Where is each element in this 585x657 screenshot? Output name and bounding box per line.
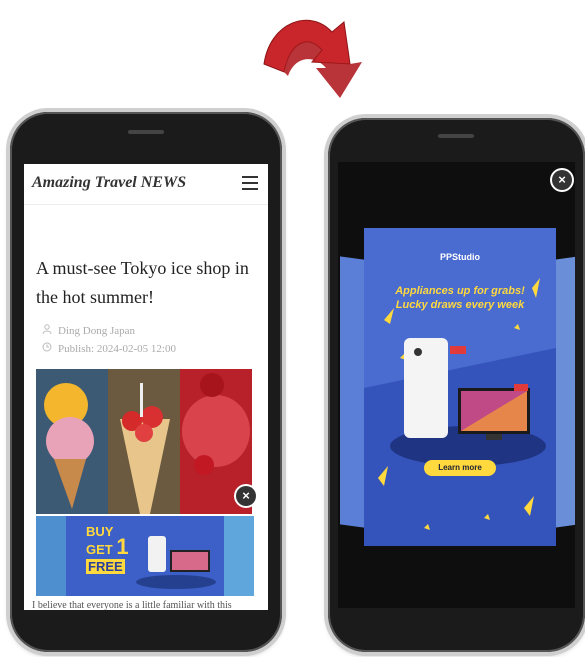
- phone-speaker: [438, 134, 474, 138]
- promo-brand: PPStudio: [440, 252, 480, 262]
- interstitial-promo-card[interactable]: PPStudio Appliances up for grabs! Lucky …: [364, 228, 556, 546]
- ad-close-button[interactable]: ×: [236, 486, 256, 506]
- site-header: Amazing Travel NEWS: [24, 164, 268, 205]
- phone-notch: [408, 128, 504, 148]
- left-phone-frame: Amazing Travel NEWS A must-see Tokyo ice…: [10, 112, 282, 652]
- carousel-side-card-left: [340, 256, 364, 528]
- article-headline: A must-see Tokyo ice shop in the hot sum…: [36, 258, 249, 307]
- author-name: Ding Dong Japan: [58, 325, 135, 337]
- ad-text-get: GET 1: [86, 534, 129, 559]
- transition-arrow-icon: [263, 19, 362, 98]
- banner-ad[interactable]: BUY GET 1 FREE: [36, 516, 254, 596]
- right-phone-frame: × PPStudio Appliances up for grabs! Luck…: [328, 118, 585, 652]
- phone-notch: [96, 124, 196, 146]
- ad-text-free: FREE: [86, 559, 125, 574]
- promo-headline-1: Appliances up for grabs!: [395, 285, 525, 297]
- site-title[interactable]: Amazing Travel NEWS: [32, 174, 186, 192]
- user-icon: [42, 324, 54, 337]
- promo-headline-2: Lucky draws every week: [395, 299, 525, 311]
- interstitial-close-button[interactable]: ×: [552, 170, 572, 190]
- phone-speaker: [128, 130, 164, 134]
- learn-more-button[interactable]: Learn more: [424, 460, 496, 476]
- carousel-side-card-right: [556, 256, 575, 528]
- interstitial-ad-screen: × PPStudio Appliances up for grabs! Luck…: [338, 162, 575, 608]
- hamburger-menu-icon[interactable]: [242, 176, 258, 190]
- article-publish-date: Publish: 2024-02-05 12:00: [42, 342, 176, 355]
- article-body-text: I believe that everyone is a little fami…: [32, 600, 232, 610]
- news-article-screen: Amazing Travel NEWS A must-see Tokyo ice…: [24, 164, 268, 610]
- article-photo-ice-cream: [36, 369, 252, 514]
- clock-icon: [42, 342, 54, 355]
- publish-date: Publish: 2024-02-05 12:00: [58, 343, 176, 355]
- article-author: Ding Dong Japan: [42, 324, 135, 337]
